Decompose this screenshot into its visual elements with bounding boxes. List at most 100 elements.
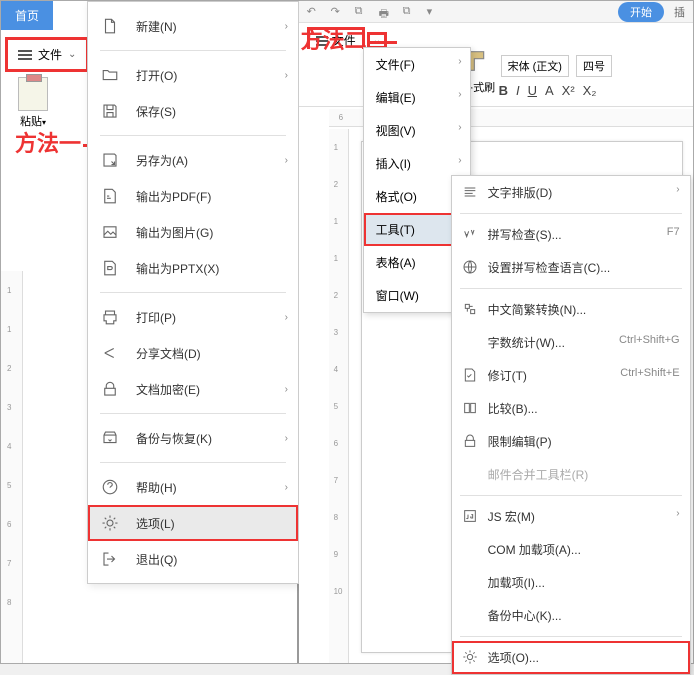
tools-item: 邮件合并工具栏(R)	[452, 458, 690, 491]
menu-item-label: 分享文档(D)	[136, 345, 201, 362]
menu-item-exit[interactable]: 退出(Q)	[88, 541, 298, 577]
rev-icon	[462, 367, 478, 383]
paste-button[interactable]: 粘贴▾	[5, 77, 61, 129]
img-icon	[100, 223, 120, 241]
tools-item[interactable]: 中文简繁转换(N)...	[452, 293, 690, 326]
tools-item[interactable]: 备份中心(K)...	[452, 599, 690, 632]
menu-item-pptx[interactable]: 输出为PPTX(X)	[88, 250, 298, 286]
file-menu-button[interactable]: 文件 ⌄	[10, 42, 84, 67]
font-effect-button[interactable]: A	[545, 83, 554, 98]
tools-item[interactable]: 设置拼写检查语言(C)...	[452, 251, 690, 284]
menu-label: 修订(T)	[488, 369, 527, 383]
chevron-right-icon: ›	[676, 184, 679, 195]
classic-menu-文件[interactable]: 文件(F)›	[364, 48, 470, 81]
chevron-down-icon: ⌄	[68, 49, 76, 60]
print-icon	[100, 308, 120, 326]
cn-icon	[462, 301, 478, 317]
shortcut-label: Ctrl+Shift+G	[619, 334, 680, 346]
quick-access-toolbar: ↶ ↷ ⧉ 🖶 ⧉ ▾ 开始 插	[299, 1, 693, 23]
classic-menu-视图[interactable]: 视图(V)›	[364, 114, 470, 147]
menu-item-label: 退出(Q)	[136, 551, 177, 568]
menu-label: 文字排版(D)	[488, 186, 553, 200]
undo-icon[interactable]: ↶	[307, 5, 321, 19]
vertical-ruler-right: 12112345678910	[329, 129, 349, 663]
print-quick-icon[interactable]: 🖶	[379, 5, 393, 19]
menu-item-help[interactable]: 帮助(H) ›	[88, 469, 298, 505]
start-tab[interactable]: 开始	[618, 2, 664, 22]
font-size-select[interactable]: 四号	[576, 55, 612, 77]
pptx-icon	[100, 259, 120, 277]
preview-icon[interactable]: ⧉	[403, 5, 417, 19]
chevron-right-icon: ›	[285, 482, 288, 493]
tools-item[interactable]: 字数统计(W)... Ctrl+Shift+G	[452, 326, 690, 359]
menu-item-lock[interactable]: 文档加密(E)›	[88, 371, 298, 407]
tools-item[interactable]: 限制编辑(P)	[452, 425, 690, 458]
menu-label: 工具(T)	[376, 223, 415, 237]
copy-icon[interactable]: ⧉	[355, 5, 369, 19]
superscript-button[interactable]: X²	[562, 83, 575, 98]
tools-item[interactable]: 修订(T) Ctrl+Shift+E	[452, 359, 690, 392]
menu-item-label: 备份与恢复(K)	[136, 430, 212, 447]
tools-item[interactable]: COM 加载项(A)...	[452, 533, 690, 566]
menu-item-label: 另存为(A)	[136, 152, 188, 169]
menu-item-label: 文档加密(E)	[136, 381, 200, 398]
exit-icon	[100, 550, 120, 568]
option-icon	[462, 649, 478, 665]
text-icon	[462, 184, 478, 200]
shortcut-label: Ctrl+Shift+E	[620, 367, 679, 379]
tools-item[interactable]: JS 宏(M) ›	[452, 500, 690, 533]
menu-label: 加载项(I)...	[488, 576, 545, 590]
menu-label: 字数统计(W)...	[488, 336, 565, 350]
menu-item-label: 保存(S)	[136, 103, 176, 120]
menu-item-label: 打印(P)	[136, 309, 176, 326]
menu-label: 窗口(W)	[376, 289, 419, 303]
menu-item-backup[interactable]: 备份与恢复(K)›	[88, 420, 298, 456]
menu-label: 备份中心(K)...	[488, 609, 562, 623]
menu-item-label: 选项(L)	[136, 515, 175, 532]
menu-label: 视图(V)	[376, 124, 416, 138]
menu-item-pdf[interactable]: 输出为PDF(F)	[88, 178, 298, 214]
menu-item-label: 输出为图片(G)	[136, 224, 213, 241]
tools-item[interactable]: 拼写检查(S)... F7	[452, 218, 690, 251]
tools-item[interactable]: 加载项(I)...	[452, 566, 690, 599]
menu-item-save[interactable]: 保存(S)	[88, 93, 298, 129]
tools-item[interactable]: 文字排版(D) ›	[452, 176, 690, 209]
subscript-button[interactable]: X₂	[583, 83, 597, 98]
hamburger-icon	[18, 54, 32, 56]
menu-label: 中文简繁转换(N)...	[488, 303, 587, 317]
menu-label: 邮件合并工具栏(R)	[488, 468, 589, 482]
option-icon	[100, 514, 120, 532]
tools-item[interactable]: 比较(B)...	[452, 392, 690, 425]
menu-item-option[interactable]: 选项(L)	[88, 505, 298, 541]
menu-item-share[interactable]: 分享文档(D)	[88, 335, 298, 371]
menu-label: JS 宏(M)	[488, 510, 535, 524]
menu-label: 表格(A)	[376, 256, 416, 270]
classic-menu-编辑[interactable]: 编辑(E)›	[364, 81, 470, 114]
tools-item[interactable]: 选项(O)...	[452, 641, 690, 674]
open-icon	[100, 66, 120, 84]
spell-icon	[462, 226, 478, 242]
menu-item-new[interactable]: 新建(N)›	[88, 8, 298, 44]
chevron-right-icon: ›	[676, 508, 679, 519]
menu-item-img[interactable]: 输出为图片(G)	[88, 214, 298, 250]
menu-label: 拼写检查(S)...	[488, 228, 562, 242]
chevron-right-icon: ›	[285, 70, 288, 81]
comp-icon	[462, 400, 478, 416]
menu-label: 设置拼写检查语言(C)...	[488, 261, 611, 275]
tools-submenu: 文字排版(D) › 拼写检查(S)... F7 设置拼写检查语言(C)... 中文简繁转换…	[451, 175, 691, 675]
underline-button[interactable]: U	[528, 83, 537, 98]
font-name-select[interactable]: 宋体 (正文)	[501, 55, 569, 77]
menu-item-label: 帮助(H)	[136, 479, 177, 496]
redo-icon[interactable]: ↷	[331, 5, 345, 19]
menu-label: 编辑(E)	[376, 91, 416, 105]
insert-tab[interactable]: 插	[674, 4, 685, 20]
menu-item-print[interactable]: 打印(P)›	[88, 299, 298, 335]
tab-home[interactable]: 首页	[1, 1, 53, 30]
highlight-box-file-method1: 文件 ⌄	[5, 37, 89, 72]
italic-button[interactable]: I	[516, 83, 520, 98]
share-icon	[100, 344, 120, 362]
more-icon[interactable]: ▾	[427, 5, 441, 19]
menu-item-open[interactable]: 打开(O)›	[88, 57, 298, 93]
menu-item-saveas[interactable]: 另存为(A)›	[88, 142, 298, 178]
shortcut-label: F7	[667, 226, 680, 238]
